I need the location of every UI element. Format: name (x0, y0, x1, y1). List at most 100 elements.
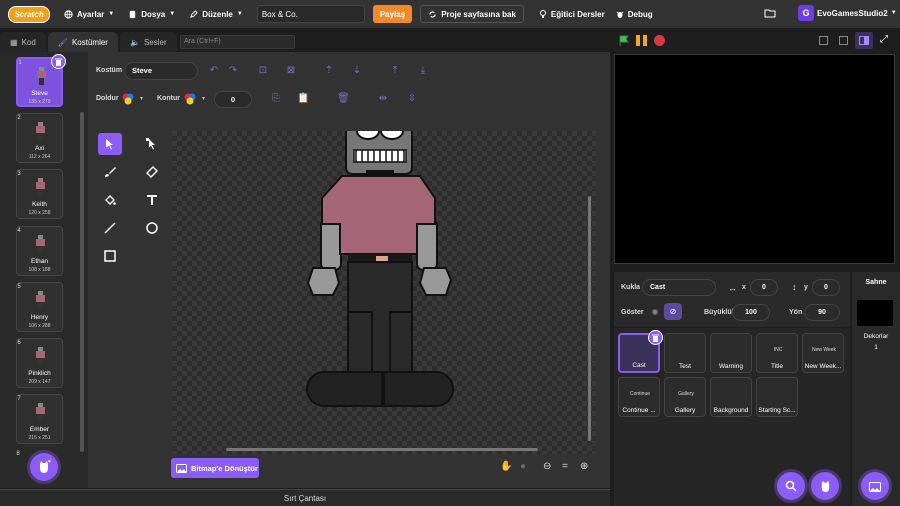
rectangle-tool[interactable] (98, 245, 122, 267)
costume-item[interactable]: 5 Henry 106 x 288 (16, 282, 63, 332)
sprite-name-input[interactable]: Cast (642, 279, 716, 296)
stage-thumbnail (857, 300, 893, 326)
costume-item[interactable]: 2 Axi 112 x 264 (16, 113, 63, 163)
file-menu[interactable]: Dosya ▼ (128, 10, 175, 19)
stage-title: Sahne (865, 279, 887, 286)
paste-icon[interactable]: 📋 (297, 93, 309, 105)
project-title-input[interactable]: Box & Co. (256, 5, 365, 23)
circle-tool[interactable] (140, 217, 164, 239)
backward-icon[interactable]: ⇣ (351, 65, 363, 77)
size-label: Büyüklük (704, 309, 736, 316)
size-input[interactable]: 100 (732, 304, 770, 321)
direction-input[interactable]: 90 (804, 304, 840, 321)
line-tool[interactable] (98, 217, 122, 239)
delete-icon[interactable]: 🗑 (337, 93, 350, 105)
redo-icon[interactable]: ↷ (227, 65, 239, 77)
delete-sprite-button[interactable] (648, 330, 663, 345)
my-stuff-folder-icon[interactable] (764, 8, 776, 20)
costume-name: Henry (30, 314, 49, 321)
costume-name-input[interactable]: Steve (124, 62, 198, 80)
costume-list-scrollbar[interactable] (80, 112, 84, 452)
costume-item[interactable]: 7 Ember 215 x 251 (16, 394, 63, 444)
flip-horizontal-icon[interactable]: ⇹ (377, 93, 389, 105)
sprite-tile[interactable]: Cast (618, 330, 663, 373)
outline-width-input[interactable]: 0 (214, 91, 252, 108)
zoom-reset-icon[interactable]: = (562, 461, 568, 472)
see-project-page-button[interactable]: Proje sayfasına bak (420, 5, 524, 23)
copy-icon[interactable]: ⎘ (270, 93, 282, 105)
forward-icon[interactable]: ⇡ (323, 65, 335, 77)
large-stage-button[interactable] (855, 32, 873, 49)
undo-icon[interactable]: ↶ (208, 65, 220, 77)
costume-item[interactable]: 6 Pinklich 209 x 147 (16, 338, 63, 388)
hand-icon[interactable]: ✋ (500, 461, 512, 472)
costume-thumbnail (36, 291, 45, 309)
show-hidden-button[interactable]: ⊘ (664, 303, 682, 320)
sprite-tile[interactable]: Gallery Gallery (664, 377, 706, 417)
stage-canvas[interactable] (614, 54, 895, 264)
tab-code[interactable]: ▦ Kod (0, 32, 46, 52)
add-backdrop-button[interactable] (861, 472, 889, 500)
small-stage-icon[interactable] (819, 36, 828, 45)
sprite-tile[interactable]: Background (710, 377, 752, 417)
canvas-vertical-scrollbar[interactable] (588, 196, 591, 441)
zoom-in-icon[interactable]: ⊕ (580, 461, 588, 472)
costume-item[interactable]: 4 Ethan 108 x 188 (16, 226, 63, 276)
search-sprite-button[interactable] (777, 472, 805, 500)
back-icon[interactable]: ⤓ (417, 65, 429, 77)
group-icon[interactable]: ⊡ (257, 65, 269, 77)
y-input[interactable]: 0 (812, 279, 840, 296)
fill-tool[interactable] (98, 189, 122, 211)
search-input[interactable]: Ara (Ctrl+F) (180, 35, 295, 49)
costume-item[interactable]: 1 Steve 135 x 279 (16, 54, 66, 107)
edit-menu[interactable]: Düzenle ▼ (189, 10, 243, 19)
sprite-tile[interactable]: Test (664, 333, 706, 373)
sprite-tile[interactable]: INC Title (756, 333, 798, 373)
flip-vertical-icon[interactable]: ⇳ (406, 93, 418, 105)
tab-costumes[interactable]: 🖌 Kostümler (47, 32, 118, 52)
show-visible-button[interactable]: ◉ (646, 303, 664, 320)
front-icon[interactable]: ⤒ (389, 65, 401, 77)
avatar: G (798, 5, 814, 21)
outline-color-swatch[interactable] (184, 93, 196, 105)
text-tool[interactable] (140, 189, 164, 211)
zoom-out-icon[interactable]: ⊖ (543, 461, 551, 472)
tutorials-button[interactable]: Eğitici Dersler (538, 9, 605, 19)
x-input[interactable]: 0 (750, 279, 778, 296)
costume-item[interactable]: 3 Keith 120 x 258 (16, 169, 63, 219)
sprite-tile[interactable]: Continue Continue ... (618, 377, 660, 417)
debug-button[interactable]: Debug (615, 9, 653, 19)
ungroup-icon[interactable]: ⊠ (285, 65, 297, 77)
reshape-tool[interactable] (140, 133, 164, 155)
stop-icon[interactable] (654, 35, 665, 46)
stage-target-panel[interactable]: Sahne Dekorlar 1 (852, 272, 900, 506)
fill-dropdown-caret-icon[interactable]: ▾ (140, 95, 143, 102)
settings-menu[interactable]: Ayarlar ▼ (64, 10, 114, 19)
add-sprite-button[interactable] (811, 472, 839, 500)
user-menu[interactable]: G EvoGamesStudio2 ▼ (798, 5, 897, 21)
costume-name: Keith (32, 201, 47, 208)
sprite-tile[interactable]: Warning (710, 333, 752, 373)
canvas-horizontal-scrollbar[interactable] (226, 448, 538, 451)
tab-sounds[interactable]: 🔈 Sesler (119, 32, 177, 52)
green-flag-icon[interactable] (618, 35, 630, 47)
sprite-tile[interactable]: Starting Sc... (756, 377, 798, 417)
sprite-thumbnail (719, 384, 745, 404)
add-costume-button[interactable] (30, 453, 58, 481)
pause-icon-left[interactable] (636, 35, 640, 46)
outline-dropdown-caret-icon[interactable]: ▾ (202, 95, 205, 102)
share-button[interactable]: Paylaş (372, 5, 413, 23)
paint-canvas[interactable] (172, 131, 596, 454)
backpack-bar[interactable]: Sırt Çantası (0, 489, 610, 506)
brush-tool[interactable] (98, 161, 122, 183)
select-tool[interactable] (98, 133, 122, 155)
scratch-logo[interactable]: Scratch (8, 5, 50, 23)
pause-icon-right[interactable] (643, 35, 647, 46)
delete-costume-button[interactable] (51, 54, 66, 69)
fullscreen-icon[interactable]: ⤢ (880, 34, 888, 45)
normal-stage-icon[interactable] (839, 36, 848, 45)
sprite-tile[interactable]: New Week New Week... (802, 333, 844, 373)
fill-color-swatch[interactable] (122, 93, 134, 105)
eraser-tool[interactable] (140, 161, 164, 183)
convert-to-bitmap-button[interactable]: Bitmap'e Dönüştür (171, 458, 259, 478)
